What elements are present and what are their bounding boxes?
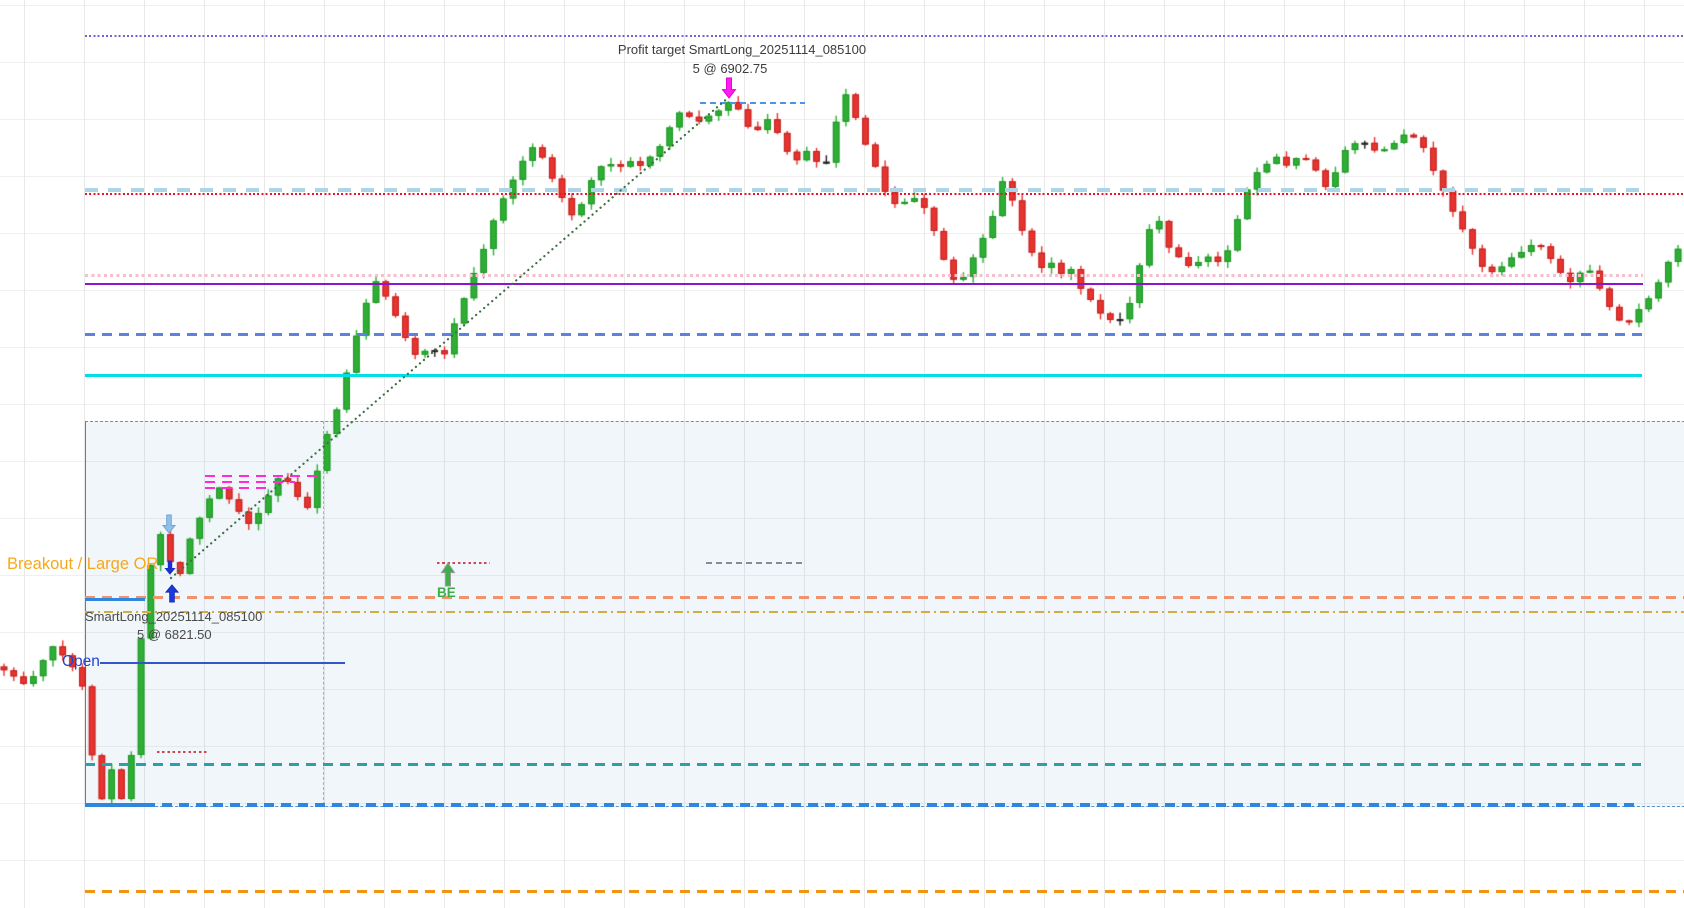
target-line-segment [700, 102, 805, 104]
or-low-blue-solid-segment [85, 803, 145, 807]
resistance-magenta-2 [205, 481, 295, 484]
vwap-purple-solid [85, 283, 1643, 286]
stop-red-dotted-segment [157, 751, 208, 754]
candlestick-canvas [0, 0, 1684, 908]
candlestick-chart[interactable]: Profit target SmartLong_20251114_085100 … [0, 0, 1684, 908]
lower-orange-dashed [85, 890, 1684, 893]
upper-purple-dotted [85, 35, 1684, 37]
breakeven-label: BE [437, 585, 456, 602]
prior-level-lightblue-dashed [85, 188, 1641, 192]
stop-teal-dashed [85, 763, 1641, 766]
breakeven-red-dotted-segment [437, 562, 490, 565]
breakout-label: Breakout / Large OR [7, 554, 158, 575]
resistance-magenta-3 [205, 487, 267, 490]
profit-target-price-label: 5 @ 6902.75 [585, 61, 875, 77]
level-pink-dotted [85, 274, 1643, 277]
level-blue-dashed [85, 333, 1642, 336]
open-label: Open [62, 652, 100, 671]
level-cyan-solid [85, 374, 1642, 377]
entry-blue-solid-segment [85, 598, 145, 601]
entry-orange-dashed [85, 596, 1684, 599]
open-price-line [100, 662, 345, 664]
or-low-blue-dashed [145, 803, 1641, 807]
profit-target-label: Profit target SmartLong_20251114_085100 [590, 42, 894, 58]
level-yellow-dashdot [85, 611, 1684, 613]
breakeven-gray-dashed-segment [706, 562, 805, 564]
resistance-magenta-1 [205, 475, 317, 478]
level-red-dotted [85, 193, 1684, 195]
entry-label: SmartLong_20251114_085100 [85, 609, 262, 625]
entry-price-label: 5 @ 6821.50 [137, 627, 212, 643]
